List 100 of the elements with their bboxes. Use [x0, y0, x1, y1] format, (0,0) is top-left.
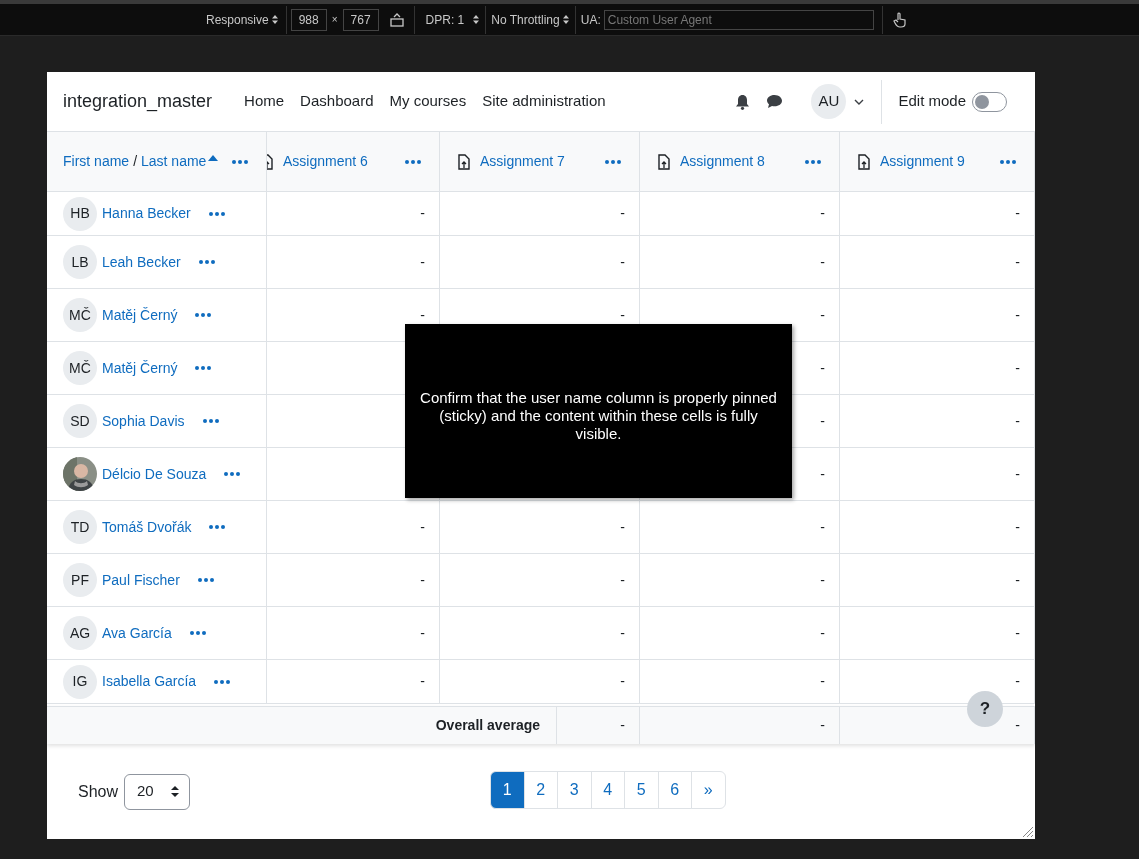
grade-value: -: [620, 672, 625, 691]
grade-value: -: [1015, 305, 1020, 325]
device-select[interactable]: Responsive: [206, 10, 286, 29]
first-name-sort-link[interactable]: First name: [63, 151, 130, 172]
grade-value: -: [820, 517, 825, 537]
column-heading-link[interactable]: Assignment 8: [680, 151, 765, 172]
site-name[interactable]: integration_master: [63, 88, 213, 115]
width-field[interactable]: 988: [290, 8, 327, 31]
grade-value: -: [820, 570, 825, 590]
up-down-arrows-icon: [271, 15, 278, 24]
average-value: -: [620, 716, 625, 735]
grade-value: -: [620, 517, 625, 537]
grade-value: -: [1015, 570, 1020, 590]
grade-value: -: [1015, 252, 1020, 272]
edit-mode-label: Edit mode: [898, 91, 966, 112]
user-initials-avatar: LB: [63, 245, 97, 279]
name-separator: /: [133, 152, 137, 171]
user-avatar[interactable]: AU: [811, 84, 847, 119]
grade-value: -: [820, 305, 825, 325]
overall-average-label: Overall average: [435, 716, 540, 735]
grade-value: -: [820, 411, 825, 431]
page-link[interactable]: 3: [557, 770, 592, 809]
grade-value: -: [420, 305, 425, 325]
user-initials-avatar: PF: [63, 563, 97, 597]
throttling-select[interactable]: No Throttling: [491, 10, 569, 29]
user-name-link[interactable]: Matěj Černý: [102, 357, 178, 379]
height-field[interactable]: 767: [342, 8, 379, 31]
grade-value: -: [1015, 672, 1020, 691]
grade-value: -: [620, 623, 625, 643]
column-heading-link[interactable]: Assignment 7: [480, 151, 565, 172]
tooltip-text: Confirm that the user name column is properly pinned (sticky) and the content within these cells is fully visible.: [419, 389, 778, 443]
times-sign: ×: [331, 13, 338, 27]
grade-value: -: [620, 570, 625, 590]
ua-label: UA:: [580, 11, 601, 29]
chevron-down-icon[interactable]: [854, 98, 865, 105]
grade-value: -: [1015, 411, 1020, 431]
file-upload-icon: [858, 153, 870, 170]
file-upload-icon: [658, 153, 670, 170]
per-page-select[interactable]: 20: [124, 773, 191, 810]
grade-value: -: [620, 204, 625, 223]
grade-value: -: [420, 252, 425, 272]
user-initials-avatar: TD: [63, 510, 97, 544]
show-label: Show: [78, 781, 119, 802]
nav-link[interactable]: Home: [244, 90, 285, 113]
average-value: -: [1015, 716, 1020, 735]
dpr-select[interactable]: DPR: 1: [425, 10, 480, 29]
grade-value: -: [820, 464, 825, 484]
grade-value: -: [820, 358, 825, 378]
file-upload-icon: [458, 153, 470, 170]
user-name-link[interactable]: Matěj Černý: [102, 304, 178, 326]
grade-value: -: [420, 204, 425, 223]
grade-value: -: [1015, 517, 1020, 537]
user-initials-avatar: HB: [63, 196, 97, 231]
user-name-link[interactable]: Tomáš Dvořák: [102, 516, 192, 538]
user-name-link[interactable]: Ava García: [102, 622, 172, 644]
user-initials-avatar: SD: [63, 404, 97, 438]
page-link[interactable]: »: [691, 770, 726, 809]
resize-handle-icon: [1022, 826, 1034, 838]
grade-value: -: [420, 623, 425, 643]
bell-icon[interactable]: [735, 93, 751, 110]
average-value: -: [820, 716, 825, 735]
user-name-link[interactable]: Isabella García: [102, 671, 197, 692]
grade-value: -: [1015, 204, 1020, 223]
grade-value: -: [1015, 623, 1020, 643]
user-name-link[interactable]: Délcio De Souza: [102, 463, 207, 485]
column-heading-link[interactable]: Assignment 6: [283, 151, 368, 172]
last-name-sort-link[interactable]: Last name: [141, 151, 207, 172]
page-link[interactable]: 5: [624, 770, 659, 809]
up-down-arrows-icon: [562, 15, 569, 24]
user-agent-field[interactable]: Custom User Agent: [603, 9, 874, 30]
grade-value: -: [620, 305, 625, 325]
grade-value: -: [420, 517, 425, 537]
chat-icon[interactable]: [766, 94, 784, 109]
user-initials-avatar: IG: [63, 664, 97, 699]
grade-value: -: [820, 623, 825, 643]
grade-value: -: [420, 672, 425, 691]
user-name-link[interactable]: Leah Becker: [102, 251, 181, 273]
nav-link[interactable]: My courses: [389, 90, 467, 113]
user-initials-avatar: MČ: [63, 298, 97, 332]
grade-value: -: [820, 204, 825, 223]
edit-mode-toggle[interactable]: [972, 91, 1007, 112]
user-name-link[interactable]: Hanna Becker: [102, 203, 191, 224]
column-heading-link[interactable]: Assignment 9: [880, 151, 965, 172]
user-initials-avatar: AG: [63, 616, 97, 650]
help-button[interactable]: ?: [967, 691, 1003, 727]
user-name-link[interactable]: Paul Fischer: [102, 569, 180, 591]
grade-value: -: [420, 570, 425, 590]
grade-value: -: [1015, 464, 1020, 484]
select-arrows-icon: [171, 786, 180, 797]
user-name-link[interactable]: Sophia Davis: [102, 410, 185, 432]
grade-value: -: [620, 252, 625, 272]
rotate-icon[interactable]: [389, 12, 404, 27]
grade-value: -: [820, 672, 825, 691]
grade-value: -: [820, 252, 825, 272]
nav-link[interactable]: Site administration: [482, 90, 606, 113]
page-link[interactable]: 1: [490, 770, 525, 809]
grade-value: -: [1015, 358, 1020, 378]
user-initials-avatar: MČ: [63, 351, 97, 385]
nav-link[interactable]: Dashboard: [300, 90, 374, 113]
up-down-arrows-icon: [473, 15, 480, 24]
